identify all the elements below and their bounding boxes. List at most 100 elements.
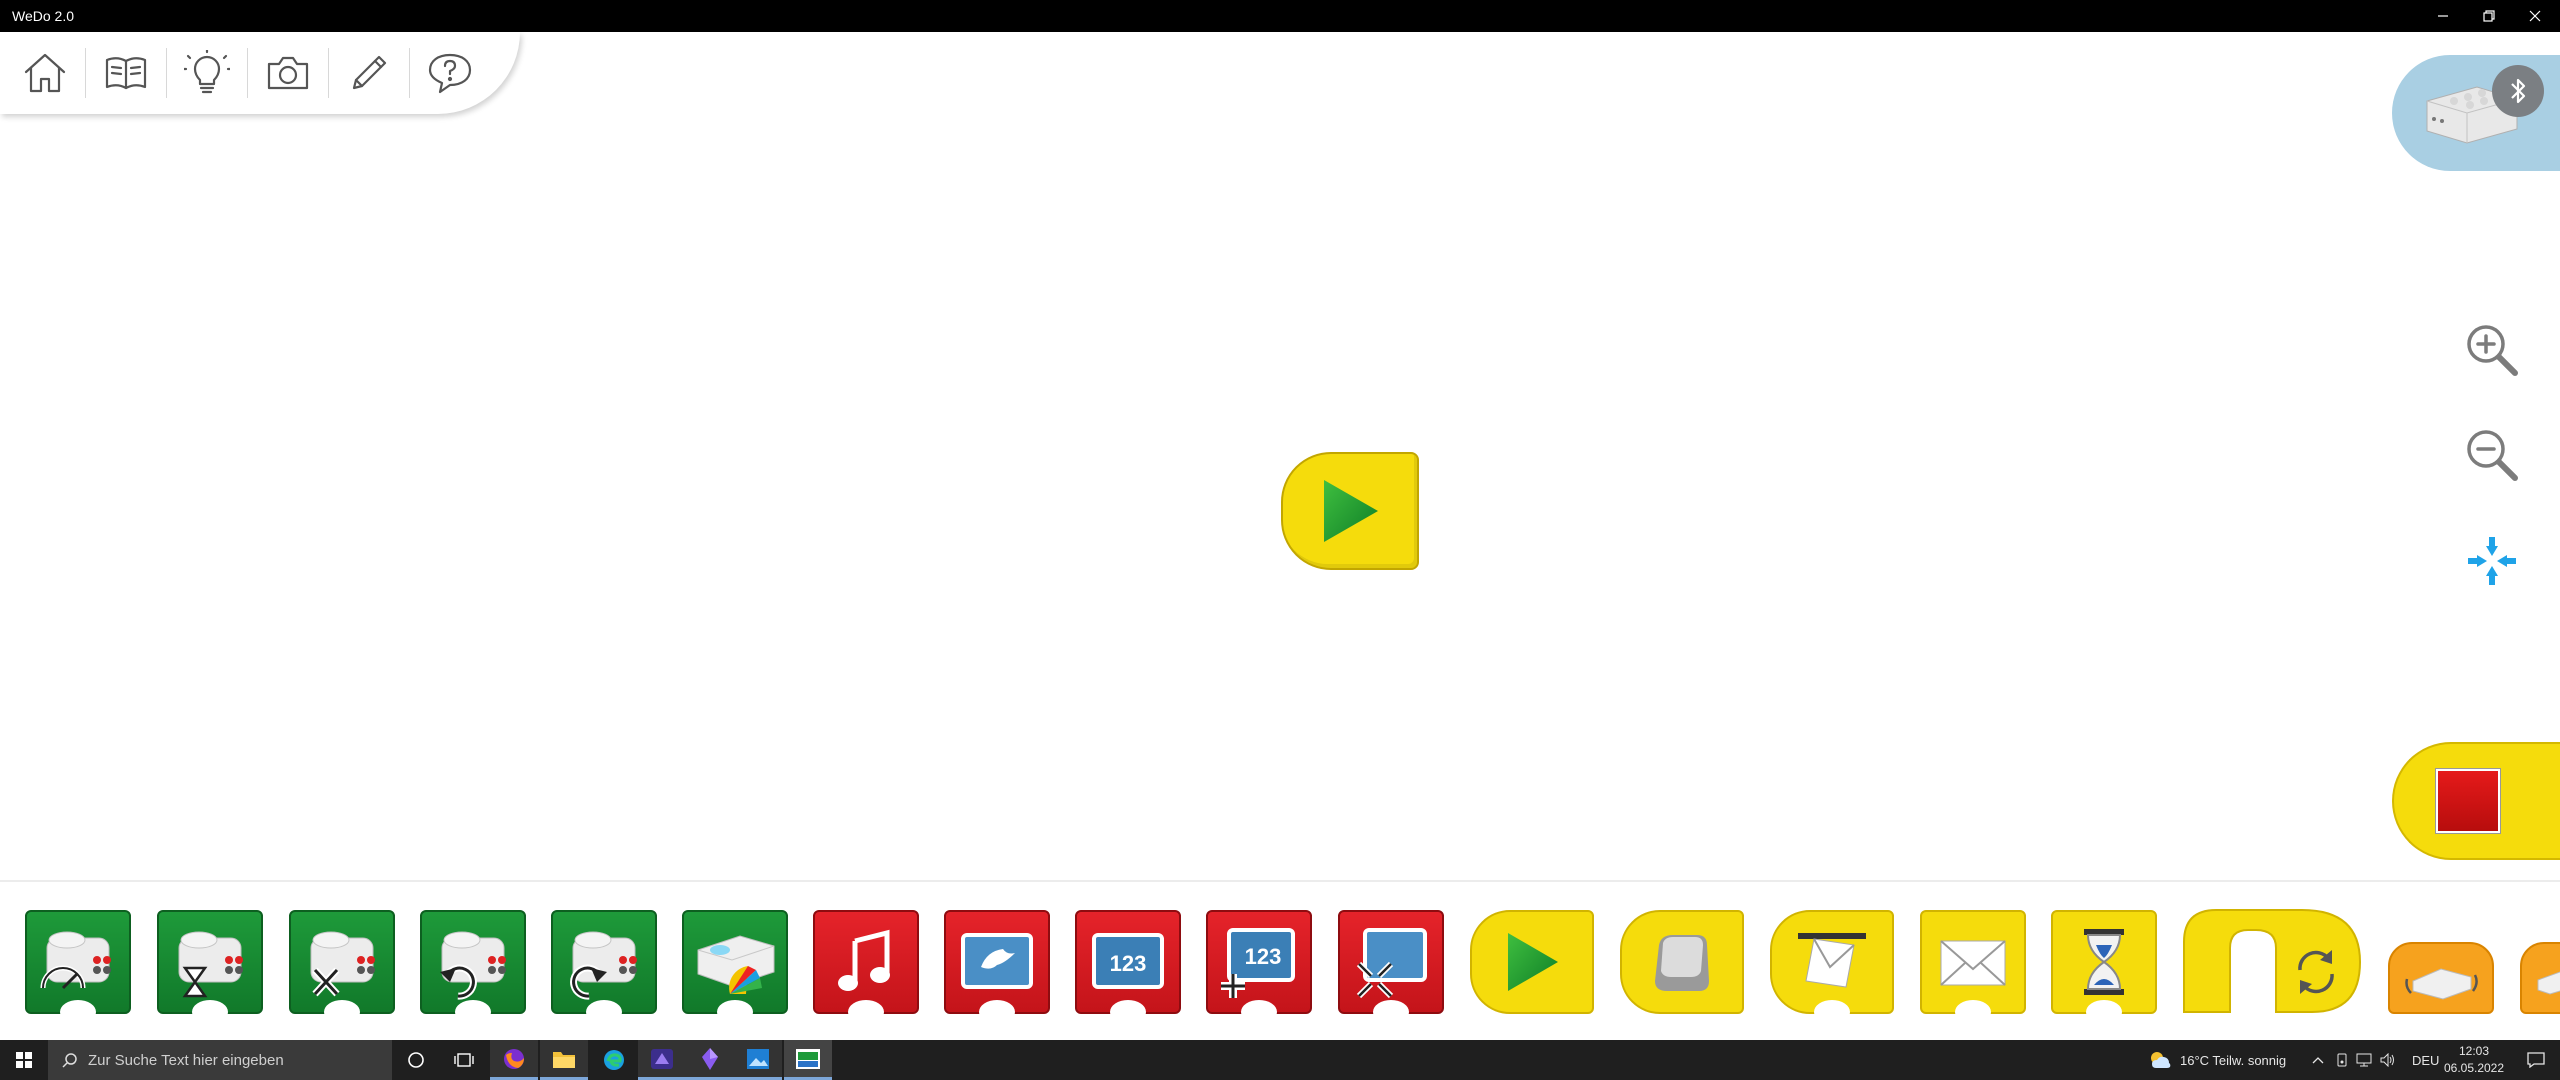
display-size-block[interactable] [1338,910,1444,1024]
send-message-block[interactable] [1920,910,2026,1024]
block-notch [717,1000,753,1024]
display-background-block[interactable] [944,910,1050,1024]
display-number-label: 123 [1110,951,1147,976]
display-add-label: 123 [1245,944,1282,969]
stop-icon [2436,769,2500,833]
help-button[interactable] [421,44,479,102]
notification-icon [2527,1052,2545,1068]
start-on-message-block[interactable] [1770,910,1894,1024]
start-button[interactable] [0,1040,48,1080]
app1-taskbar-button[interactable] [638,1040,686,1080]
clock[interactable]: 12:03 06.05.2022 [2432,1043,2516,1077]
main-toolbar [0,32,520,114]
zoom-out-button[interactable] [2460,423,2524,487]
music-note-icon [838,929,890,991]
start-on-key-block[interactable] [1620,910,1744,1014]
close-button[interactable] [2512,0,2558,32]
motion-sensor-block[interactable] [2520,942,2560,1014]
firefox-icon [504,1048,524,1069]
chevron-up-icon[interactable] [2312,1056,2324,1064]
restore-button[interactable] [2466,0,2512,32]
firefox-taskbar-button[interactable] [490,1040,538,1080]
weather-text: 16°C Teilw. sonnig [2180,1052,2287,1068]
motor-power-block[interactable] [25,910,131,1024]
volume-icon[interactable] [2380,1053,2396,1067]
receive-message-icon [1798,933,1866,988]
hub-light-icon [697,935,775,994]
display-text-block[interactable]: 123 [1075,910,1181,1024]
block-notch [455,1000,491,1024]
block-notch [2086,1000,2122,1024]
motor-off-icon [310,931,375,997]
zoom-in-button[interactable] [2460,318,2524,382]
block-notch [1814,1000,1850,1024]
device-icon[interactable] [2336,1053,2348,1067]
camera-button[interactable] [259,44,329,102]
camera-icon [267,56,309,90]
weather-partly-sunny-icon [2151,1052,2171,1068]
weather-widget[interactable]: 16°C Teilw. sonnig [2148,1040,2286,1080]
taskbar: Zur Suche Text hier eingeben 16°C Teilw.… [0,1040,2560,1080]
stop-button[interactable] [2392,742,2560,860]
block-notch [979,1000,1015,1024]
block-notch [324,1000,360,1024]
projects-button[interactable] [178,44,248,102]
display-add-icon: 123 [1221,928,1295,998]
edit-button[interactable] [340,44,410,102]
tilt-sensor-icon [2405,968,2478,1000]
repeat-block[interactable] [2182,909,2362,1014]
fit-to-screen-icon [2468,537,2516,585]
windows-icon [16,1052,32,1068]
search-placeholder: Zur Suche Text hier eingeben [88,1051,284,1069]
photos-icon [747,1048,769,1069]
zoom-in-icon [2467,325,2518,376]
tilt-sensor-block[interactable] [2388,942,2494,1014]
motor-direction-ccw-block[interactable] [420,910,526,1024]
rotate-right-icon [570,931,637,1000]
help-icon [428,53,472,94]
block-notch [60,1000,96,1024]
hub-connection-button[interactable] [2392,55,2560,171]
block-palette: 123 123 [0,884,2560,1039]
motion-sensor-icon [2537,971,2560,995]
home-button[interactable] [16,44,86,102]
file-explorer-taskbar-button[interactable] [540,1040,588,1080]
app2-taskbar-button[interactable] [686,1040,734,1080]
zoom-out-icon [2467,430,2518,481]
search-icon [62,1053,77,1068]
motor-hourglass-icon [178,931,243,998]
edge-taskbar-button[interactable] [590,1040,638,1080]
wedo-icon [796,1048,820,1069]
start-block[interactable] [1470,910,1594,1014]
app-icon [651,1048,673,1069]
app3-taskbar-button[interactable] [734,1040,782,1080]
documentation-button[interactable] [97,44,167,102]
wedo-taskbar-button[interactable] [784,1040,832,1080]
crystal-icon [702,1047,718,1070]
fit-to-screen-button[interactable] [2460,529,2524,593]
key-icon [1655,935,1709,991]
block-notch [192,1000,228,1024]
taskbar-search-input[interactable]: Zur Suche Text hier eingeben [48,1040,392,1080]
hub-light-block[interactable] [682,910,788,1024]
play-sound-block[interactable] [813,910,919,1024]
notifications-button[interactable] [2512,1040,2560,1080]
motor-power-icon [40,931,111,990]
minimize-button[interactable] [2420,0,2466,32]
clock-time: 12:03 [2458,1044,2490,1058]
block-notch [1373,1000,1409,1024]
motor-on-for-block[interactable] [157,910,263,1024]
edge-icon [604,1050,624,1070]
display-add-block[interactable]: 123 [1206,910,1312,1024]
task-view-button[interactable] [440,1040,488,1080]
pencil-icon [352,55,387,90]
wait-for-block[interactable] [2051,910,2157,1024]
motor-off-block[interactable] [289,910,395,1024]
canvas-start-block[interactable] [1281,452,1419,570]
network-icon[interactable] [2356,1053,2372,1067]
motor-direction-cw-block[interactable] [551,910,657,1024]
home-icon [24,53,66,93]
cortana-button[interactable] [392,1040,440,1080]
display-shrink-icon [1356,928,1427,999]
display-image-icon [961,933,1033,989]
